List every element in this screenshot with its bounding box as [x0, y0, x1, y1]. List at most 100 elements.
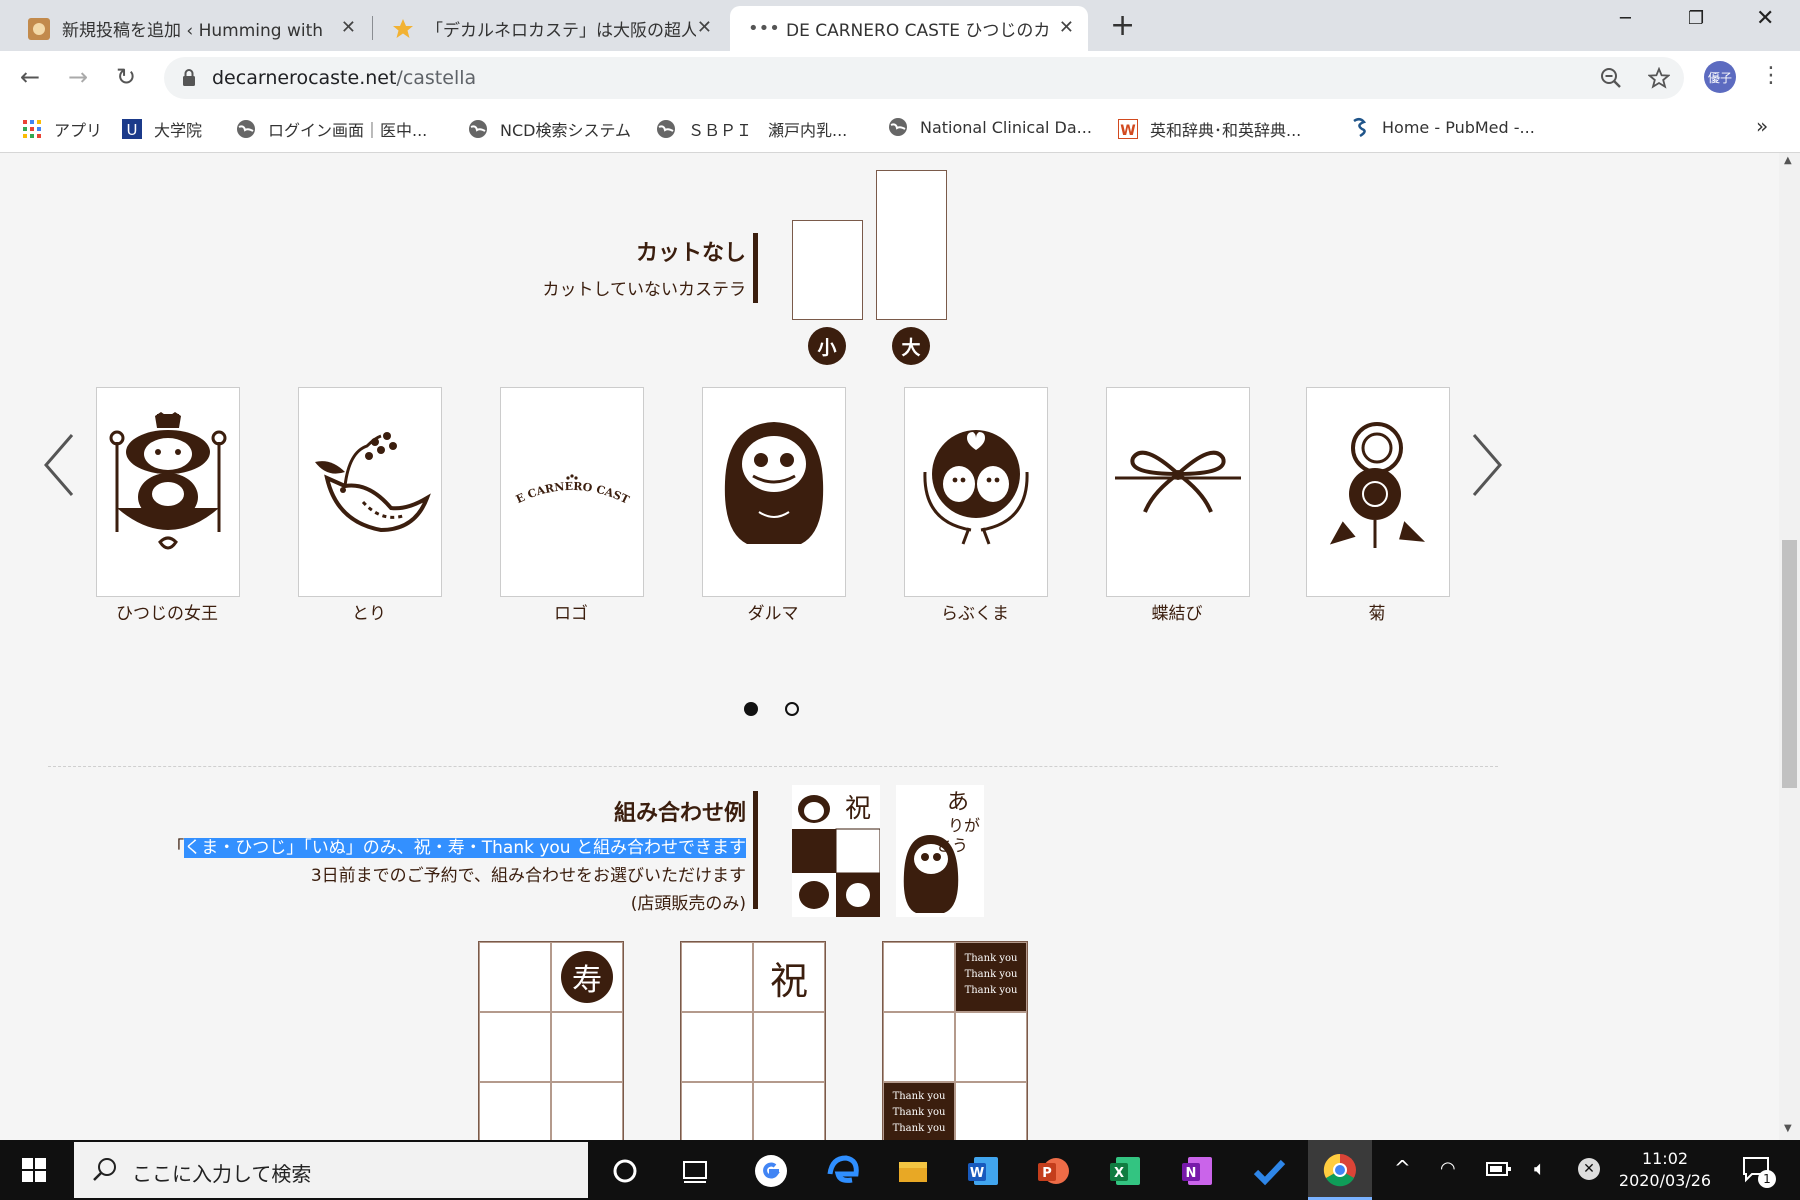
file-explorer-icon[interactable]	[896, 1154, 930, 1188]
todo-icon[interactable]	[1252, 1154, 1286, 1188]
page-scrollbar[interactable]: ▲ ▼	[1779, 153, 1800, 1140]
taskbar-clock[interactable]: 11:02 2020/03/26	[1610, 1148, 1720, 1192]
combo-sample-animals: 祝	[792, 785, 880, 917]
close-tab-icon[interactable]: ✕	[341, 17, 356, 38]
design-card-love-bears[interactable]	[904, 387, 1048, 597]
bookmark-university[interactable]: U 大学院	[122, 117, 202, 141]
globe-icon	[657, 120, 675, 138]
tab-decarnero-active[interactable]: ••• DE CARNERO CASTE ひつじのカステ ✕	[730, 6, 1088, 51]
onenote-icon[interactable]: N	[1180, 1154, 1214, 1188]
carousel-prev-arrow-icon[interactable]	[42, 433, 76, 497]
reload-icon[interactable]: ↻	[116, 63, 136, 91]
grid-cell	[955, 1082, 1027, 1140]
chrome-taskbar-active[interactable]	[1308, 1140, 1372, 1200]
bookmarks-bar: アプリ U 大学院 ログイン画面｜医中... NCD検索システム ＳＢＰＩ 瀬戸…	[0, 106, 1800, 153]
profile-avatar[interactable]: 優子	[1704, 61, 1736, 93]
grid-cell	[681, 1012, 753, 1082]
browser-menu-icon[interactable]: ⋮	[1760, 63, 1782, 88]
combo-note-line1: 「くま・ひつじ」「いぬ」のみ、祝・寿・Thank you と組み合わせできます	[100, 833, 746, 858]
design-card-chrysanthemum[interactable]	[1306, 387, 1450, 597]
tab-strip: 新規投稿を追加 ‹ Humming with ✕ 「デカルネロカステ」は大阪の超…	[0, 0, 1800, 51]
design-card-sheep-queen[interactable]	[96, 387, 240, 597]
combo-note-line3: (店頭販売のみ)	[630, 894, 746, 914]
minimize-window-icon[interactable]: ─	[1620, 8, 1631, 29]
bookmark-star-icon[interactable]	[1648, 67, 1670, 89]
tab-separator	[372, 16, 373, 40]
windows-start-icon[interactable]	[22, 1158, 46, 1182]
bookmark-ichushi[interactable]: ログイン画面｜医中...	[236, 117, 427, 141]
restore-window-icon[interactable]: ❐	[1688, 8, 1704, 29]
logo-icon: DE CARNERO CASTE	[507, 412, 632, 507]
design-card-logo[interactable]: DE CARNERO CASTE	[500, 387, 644, 597]
bookmark-national-clinical[interactable]: National Clinical Da...	[888, 117, 1092, 137]
daruma-arigatou-icon: あ りが とう	[903, 790, 980, 913]
taskbar-search-box[interactable]: ここに入力して検索	[74, 1142, 588, 1198]
carousel-dot-active[interactable]	[744, 702, 758, 716]
close-window-icon[interactable]: ✕	[1756, 6, 1774, 31]
windows-taskbar: ここに入力して検索 W P X N ^ ◠ 🔈︎ ✕ 11:02 2020/03…	[0, 1140, 1800, 1200]
forward-arrow-icon[interactable]: →	[68, 63, 88, 91]
bookmark-pubmed[interactable]: Home - PubMed -...	[1350, 117, 1535, 137]
powerpoint-icon[interactable]: P	[1036, 1154, 1070, 1188]
bear-sheep-combo-icon: 祝	[792, 785, 880, 917]
back-arrow-icon[interactable]: ←	[20, 63, 40, 91]
scroll-down-icon[interactable]: ▼	[1784, 1123, 1792, 1134]
layout-grid-iwai[interactable]: 祝	[680, 941, 826, 1140]
task-view-icon[interactable]	[678, 1154, 712, 1188]
scroll-up-icon[interactable]: ▲	[1784, 155, 1792, 166]
bookmark-label: アプリ	[54, 121, 103, 140]
svg-text:X: X	[1114, 1166, 1124, 1181]
ime-off-icon[interactable]: ✕	[1578, 1158, 1600, 1180]
chrome-icon	[1323, 1153, 1356, 1187]
design-label: らぶくま	[941, 604, 1009, 624]
new-tab-button[interactable]: +	[1110, 8, 1135, 43]
zoom-icon[interactable]	[1600, 67, 1622, 89]
search-placeholder: ここに入力して検索	[132, 1162, 312, 1186]
daruma-icon	[724, 422, 824, 544]
grid-cell	[551, 1082, 623, 1140]
svg-text:P: P	[1042, 1166, 1052, 1181]
design-card-bird[interactable]	[298, 387, 442, 597]
layout-grid-kotobuki[interactable]: 寿	[478, 941, 624, 1140]
google-app-icon[interactable]	[754, 1154, 788, 1188]
design-label: 蝶結び	[1151, 604, 1203, 624]
arigatou-glyph: りが	[948, 816, 980, 835]
word-icon[interactable]: W	[966, 1154, 1000, 1188]
bookmark-apps[interactable]: アプリ	[22, 117, 102, 141]
carousel-next-arrow-icon[interactable]	[1470, 433, 1504, 497]
bookmark-sbpi[interactable]: ＳＢＰＩ 瀬戸内乳...	[656, 117, 847, 141]
design-card-ribbon-bow[interactable]	[1106, 387, 1250, 597]
close-tab-icon[interactable]: ✕	[697, 17, 712, 38]
cut-section-subtitle: カットしていないカステラ	[542, 280, 747, 300]
wifi-icon[interactable]: ◠	[1440, 1158, 1456, 1179]
edge-icon[interactable]	[826, 1154, 860, 1188]
url-path: /castella	[396, 67, 477, 89]
tab-article[interactable]: 「デカルネロカステ」は大阪の超人気店 ✕	[374, 6, 726, 51]
bookmarks-overflow-button[interactable]: »	[1756, 114, 1768, 138]
design-card-daruma[interactable]	[702, 387, 846, 597]
size-large-badge: 大	[892, 327, 930, 365]
tab-humming[interactable]: 新規投稿を追加 ‹ Humming with ✕	[10, 6, 370, 51]
address-bar[interactable]: decarnerocaste.net/castella	[164, 57, 1684, 99]
excel-icon[interactable]: X	[1108, 1154, 1142, 1188]
cortana-icon[interactable]	[608, 1154, 642, 1188]
cut-section-title: カットなし	[635, 241, 746, 266]
bookmark-weblio[interactable]: W 英和辞典･和英辞典...	[1118, 117, 1301, 141]
thank-you-tile: Thank you Thank you Thank you	[883, 1082, 955, 1140]
combo-sample-daruma: あ りが とう	[896, 785, 984, 917]
tray-overflow-icon[interactable]: ^	[1394, 1156, 1411, 1180]
bookmark-ncd[interactable]: NCD検索システム	[468, 117, 631, 141]
bookmark-label: National Clinical Da...	[920, 117, 1092, 137]
volume-icon[interactable]: 🔈︎	[1534, 1156, 1546, 1180]
globe-icon	[889, 118, 907, 136]
scroll-thumb[interactable]	[1782, 540, 1797, 788]
selected-text: くま・ひつじ」「いぬ」のみ、祝・寿・Thank you と組み合わせできます	[184, 838, 746, 858]
bookmark-label: ログイン画面｜医中...	[268, 121, 428, 140]
combo-note-line2: 3日前までのご予約で、組み合わせをお選びいただけます	[310, 866, 746, 886]
apps-grid-icon	[23, 120, 41, 138]
battery-icon[interactable]	[1486, 1161, 1512, 1177]
lock-icon	[183, 69, 195, 86]
close-tab-icon[interactable]: ✕	[1059, 17, 1074, 38]
carousel-dot[interactable]	[785, 702, 799, 716]
layout-grid-thank-you[interactable]: Thank you Thank you Thank you Thank you …	[882, 941, 1028, 1140]
